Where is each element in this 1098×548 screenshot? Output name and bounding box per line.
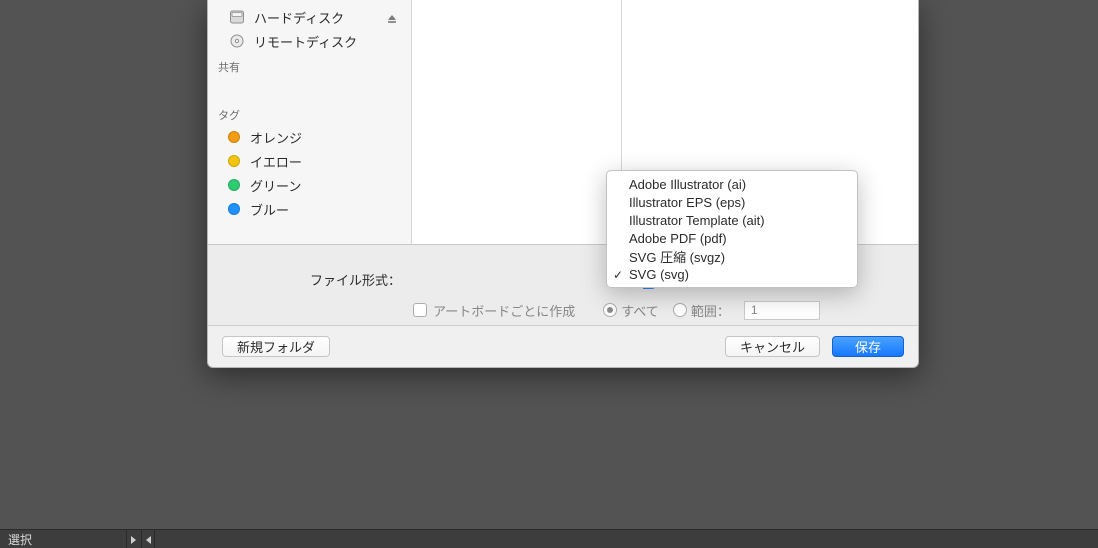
file-format-option[interactable]: Adobe Illustrator (ai) [607,175,857,193]
checkmark-icon: ✓ [613,268,623,282]
status-selection-label: 選択 [0,531,32,548]
sidebar-tag-label: イエロー [250,152,302,171]
sidebar-device-label: リモートディスク [254,32,357,51]
file-browser-column-1[interactable] [412,0,622,244]
file-format-option-label: Illustrator EPS (eps) [629,195,745,210]
file-format-option-label: SVG 圧縮 (svgz) [629,247,725,266]
sidebar-device-remote-disc[interactable]: リモートディスク [208,29,411,53]
dialog-button-bar: 新規フォルダ キャンセル 保存 [208,325,918,367]
triangle-right-icon [131,536,136,544]
tag-dot-icon [228,203,240,215]
sidebar-tag-label: ブルー [250,200,289,219]
eject-icon[interactable] [387,12,397,22]
status-scroll-left[interactable] [141,530,155,548]
new-folder-button[interactable]: 新規フォルダ [222,336,330,357]
file-format-option[interactable]: ✓ SVG (svg) [607,265,857,283]
app-status-bar: 選択 [0,529,1098,548]
file-format-option[interactable]: Illustrator EPS (eps) [607,193,857,211]
sidebar-tag-yellow[interactable]: イエロー [208,149,411,173]
status-scroll-right[interactable] [126,530,140,548]
sidebar: ハードディスク リモートディスク 共有 タグ オレンジ イエロー グリーン [208,0,412,244]
triangle-left-icon [146,536,151,544]
artboard-range-label: 範囲： [691,301,730,320]
sidebar-tag-green[interactable]: グリーン [208,173,411,197]
file-format-option-label: Adobe Illustrator (ai) [629,177,746,192]
artboard-all-radio[interactable] [603,303,617,317]
cancel-button[interactable]: キャンセル [725,336,820,357]
file-format-option[interactable]: SVG 圧縮 (svgz) [607,247,857,265]
sidebar-tag-label: オレンジ [250,128,302,147]
file-format-option-label: Illustrator Template (ait) [629,213,765,228]
artboard-range-input[interactable] [744,301,820,320]
file-format-option[interactable]: Adobe PDF (pdf) [607,229,857,247]
sidebar-device-hdd[interactable]: ハードディスク [208,5,411,29]
file-format-option-label: SVG (svg) [629,267,689,282]
tag-dot-icon [228,131,240,143]
sidebar-tag-label: グリーン [250,176,301,195]
remote-disc-icon [228,32,246,50]
sidebar-tag-blue[interactable]: ブルー [208,197,411,221]
hdd-icon [228,8,246,26]
save-button[interactable]: 保存 [832,336,904,357]
per-artboard-checkbox[interactable] [413,303,427,317]
file-format-menu: Adobe Illustrator (ai) Illustrator EPS (… [606,170,858,288]
sidebar-heading-tags: タグ [208,101,411,125]
artboard-range-radio[interactable] [673,303,687,317]
file-format-option-label: Adobe PDF (pdf) [629,231,727,246]
per-artboard-label: アートボードごとに作成 [433,301,575,320]
sidebar-device-label: ハードディスク [254,8,344,27]
file-format-option[interactable]: Illustrator Template (ait) [607,211,857,229]
sidebar-heading-shared: 共有 [208,53,411,77]
tag-dot-icon [228,179,240,191]
tag-dot-icon [228,155,240,167]
artboard-all-label: すべて [621,301,659,320]
file-format-label: ファイル形式： [310,270,401,289]
sidebar-tag-orange[interactable]: オレンジ [208,125,411,149]
